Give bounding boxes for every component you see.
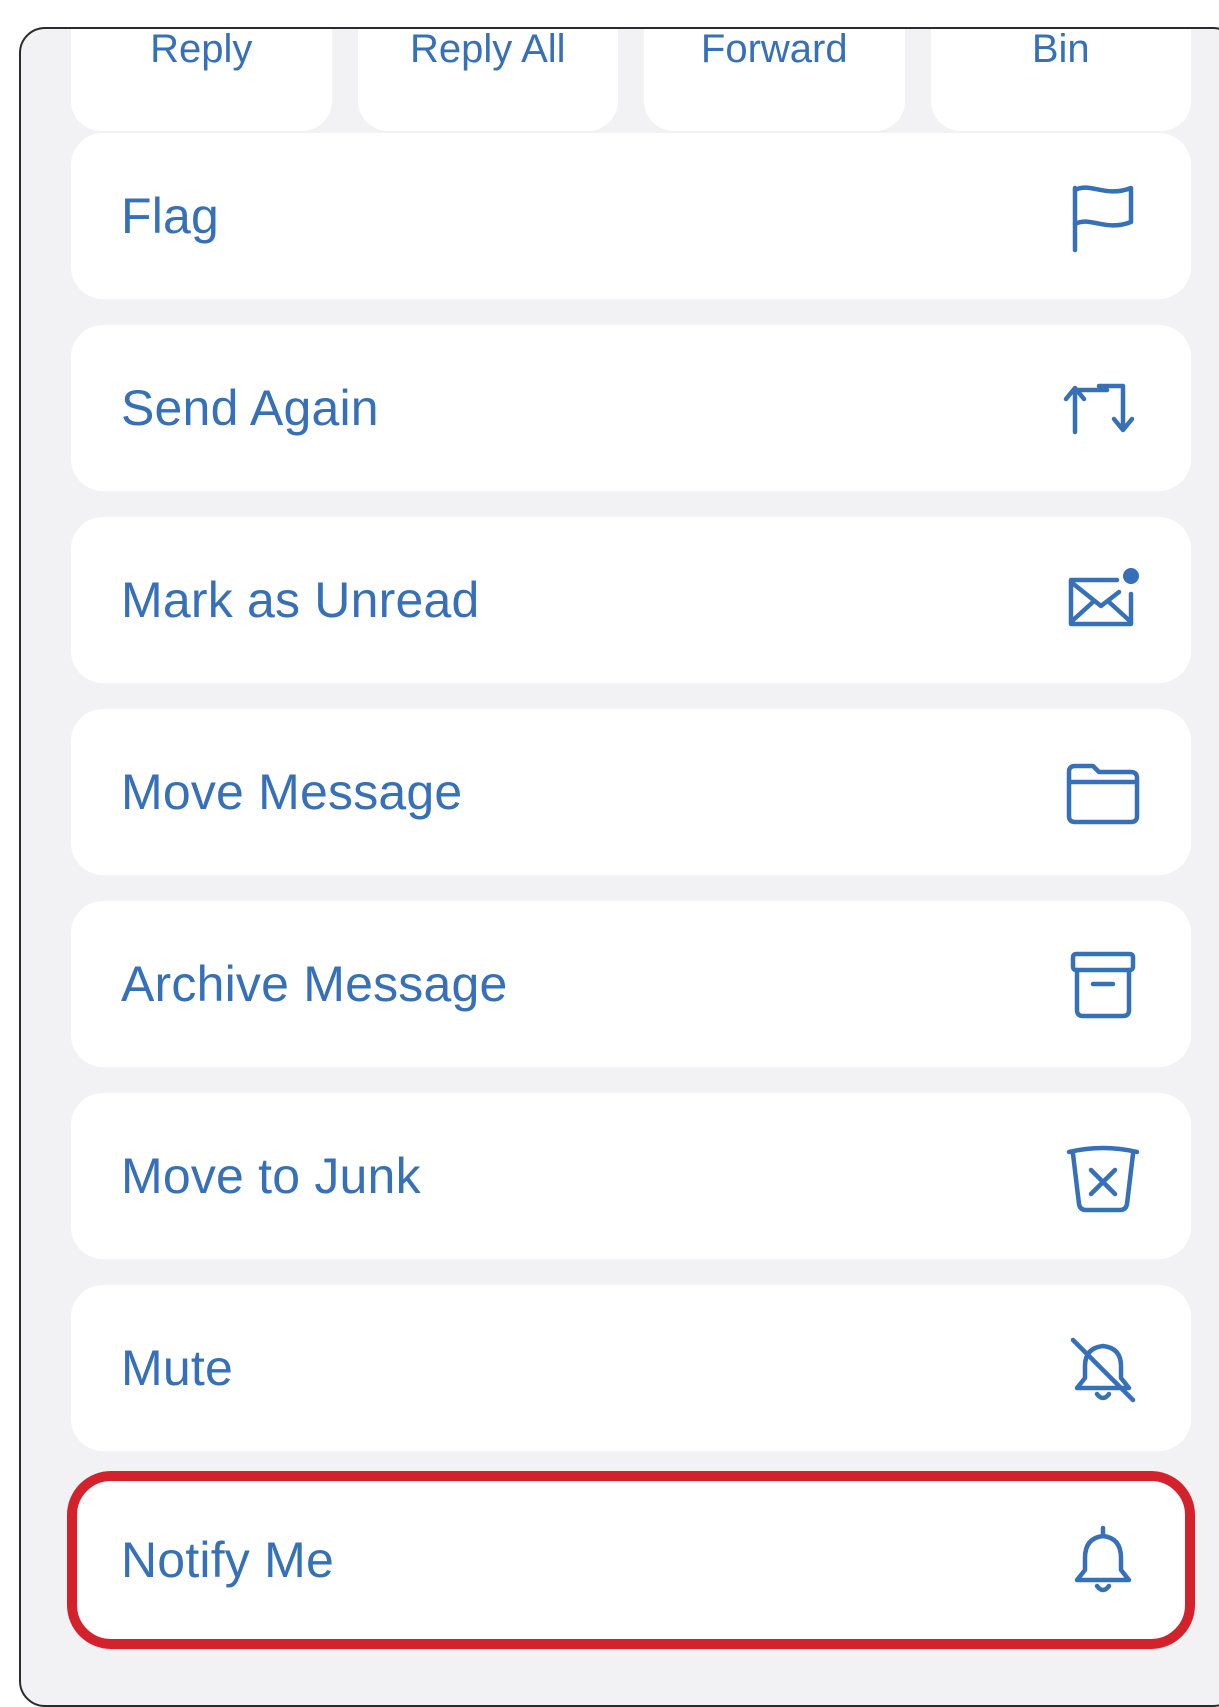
top-action-row: Reply Reply All Forward Bin [71,27,1191,131]
move-to-junk-action[interactable]: Move to Junk [71,1093,1191,1259]
unread-envelope-icon [1061,558,1145,642]
archive-box-icon [1061,942,1145,1026]
reply-button-label: Reply [150,27,253,71]
folder-icon [1061,750,1145,834]
bin-button[interactable]: Bin [930,27,1191,131]
flag-action-label: Flag [121,188,220,244]
send-again-icon [1061,366,1145,450]
mute-action[interactable]: Mute [71,1285,1191,1451]
move-message-action-label: Move Message [121,764,463,820]
bell-slash-icon [1061,1326,1145,1410]
flag-action[interactable]: Flag [71,133,1191,299]
move-message-action[interactable]: Move Message [71,709,1191,875]
action-sheet: Reply Reply All Forward Bin Flag Send Ag… [19,27,1219,1707]
mute-action-label: Mute [121,1340,233,1396]
archive-message-action[interactable]: Archive Message [71,901,1191,1067]
move-to-junk-action-label: Move to Junk [121,1148,421,1204]
archive-message-action-label: Archive Message [121,956,508,1012]
flag-icon [1061,174,1145,258]
mark-as-unread-action-label: Mark as Unread [121,572,480,628]
reply-button[interactable]: Reply [71,27,332,131]
junk-bin-icon [1061,1134,1145,1218]
bin-button-label: Bin [1031,27,1090,71]
send-again-action[interactable]: Send Again [71,325,1191,491]
forward-button[interactable]: Forward [644,27,905,131]
bell-icon [1061,1518,1145,1602]
action-menu: Flag Send Again Mark as Unread Move Mess… [67,133,1195,1669]
mark-as-unread-action[interactable]: Mark as Unread [71,517,1191,683]
notify-me-action-label: Notify Me [121,1532,334,1588]
reply-all-button[interactable]: Reply All [357,27,618,131]
notify-me-action[interactable]: Notify Me [67,1471,1195,1649]
reply-all-button-label: Reply All [409,27,566,71]
forward-button-label: Forward [700,27,848,71]
send-again-action-label: Send Again [121,380,379,436]
